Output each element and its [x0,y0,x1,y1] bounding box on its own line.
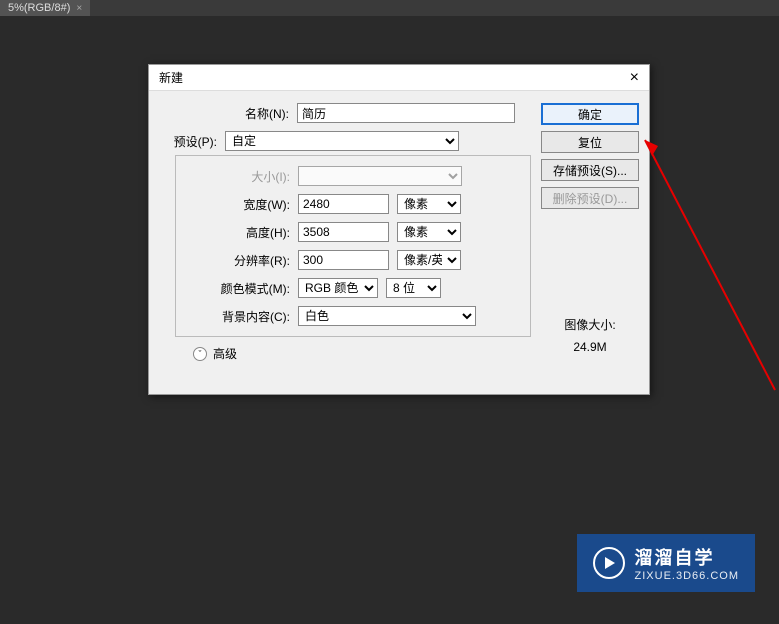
height-label: 高度(H): [176,224,298,241]
width-input[interactable] [298,194,389,214]
document-tab[interactable]: 5%(RGB/8#) × [0,0,90,16]
ok-button[interactable]: 确定 [541,103,639,125]
bg-content-select[interactable]: 白色 [298,306,476,326]
watermark-url: ZIXUE.3D66.COM [635,570,739,582]
new-document-dialog: 新建 × 名称(N): 预设(P): 自定 大小(I): 宽度(W): [148,64,650,395]
bit-depth-select[interactable]: 8 位 [386,278,441,298]
advanced-label: 高级 [213,345,237,362]
image-size-value: 24.9M [541,337,639,359]
width-label: 宽度(W): [176,196,298,213]
form-area: 名称(N): 预设(P): 自定 大小(I): 宽度(W): 像素 [159,103,531,362]
play-icon [593,547,625,579]
name-label: 名称(N): [159,105,297,122]
watermark: 溜溜自学 ZIXUE.3D66.COM [577,534,755,592]
dialog-titlebar[interactable]: 新建 × [149,65,649,91]
advanced-toggle[interactable]: ˇ 高级 [193,345,531,362]
preset-label: 预设(P): [159,133,225,150]
size-label: 大小(I): [176,168,298,185]
size-select [298,166,462,186]
dialog-close-icon[interactable]: × [630,69,639,87]
reset-button[interactable]: 复位 [541,131,639,153]
dialog-sidebar: 确定 复位 存储预设(S)... 删除预设(D)... 图像大小: 24.9M [541,103,639,362]
color-mode-label: 颜色模式(M): [176,280,298,297]
resolution-label: 分辨率(R): [176,252,298,269]
chevron-down-icon: ˇ [193,347,207,361]
tab-bar: 5%(RGB/8#) × [0,0,779,16]
watermark-title: 溜溜自学 [635,544,739,570]
dimensions-group: 大小(I): 宽度(W): 像素 高度(H): 像素 分辨率(R): 像素/英寸 [175,155,531,337]
save-preset-button[interactable]: 存储预设(S)... [541,159,639,181]
name-input[interactable] [297,103,515,123]
height-input[interactable] [298,222,389,242]
image-size-label: 图像大小: [541,315,639,337]
width-unit-select[interactable]: 像素 [397,194,461,214]
bg-content-label: 背景内容(C): [176,308,298,325]
resolution-input[interactable] [298,250,389,270]
height-unit-select[interactable]: 像素 [397,222,461,242]
tab-label: 5%(RGB/8#) [8,2,70,14]
resolution-unit-select[interactable]: 像素/英寸 [397,250,461,270]
image-size-info: 图像大小: 24.9M [541,315,639,358]
color-mode-select[interactable]: RGB 颜色 [298,278,378,298]
preset-select[interactable]: 自定 [225,131,459,151]
dialog-title: 新建 [159,69,183,86]
delete-preset-button: 删除预设(D)... [541,187,639,209]
tab-close-icon[interactable]: × [76,3,82,14]
